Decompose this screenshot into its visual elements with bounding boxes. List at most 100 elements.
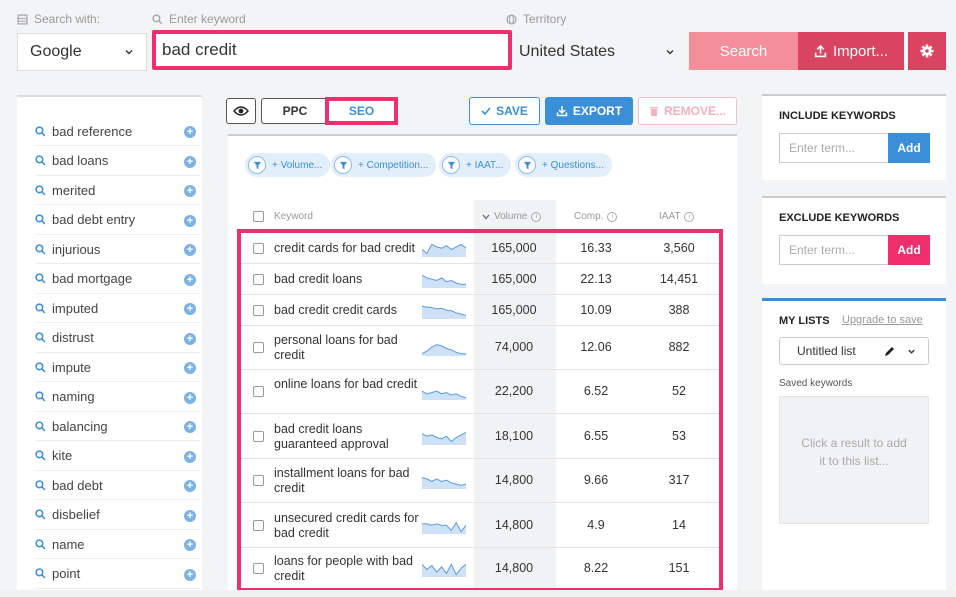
sidebar-item[interactable]: impute + [35, 353, 200, 382]
save-button[interactable]: SAVE [469, 97, 540, 125]
sidebar-item[interactable]: merited + [35, 176, 200, 205]
include-add-button[interactable]: Add [888, 133, 930, 163]
tab-seo[interactable]: SEO [325, 97, 398, 125]
search-icon [35, 391, 46, 402]
add-keyword-icon[interactable]: + [184, 155, 196, 168]
sidebar-item-label: distrust [52, 330, 94, 345]
sidebar-item[interactable]: kite + [35, 442, 200, 471]
search-button[interactable]: Search [689, 32, 798, 70]
info-icon[interactable]: i [607, 211, 618, 222]
include-keywords-card: INCLUDE KEYWORDS Enter term... Add [762, 94, 946, 180]
download-icon [556, 106, 568, 117]
saved-keywords-dropzone: Click a result to add it to this list... [779, 396, 929, 524]
volume-header-label: Volume [494, 211, 528, 222]
globe-icon [506, 13, 517, 25]
sidebar-item[interactable]: bad loans + [35, 147, 200, 176]
add-keyword-icon[interactable]: + [184, 303, 196, 315]
iaat-header[interactable]: IAAT i [659, 211, 695, 222]
remove-button[interactable]: REMOVE... [638, 97, 737, 125]
search-icon [35, 479, 46, 490]
keyword-header[interactable]: Keyword [274, 211, 313, 222]
list-name: Untitled list [797, 344, 856, 358]
add-keyword-icon[interactable]: + [184, 450, 196, 463]
sidebar-item[interactable]: distrust + [35, 324, 200, 353]
results-highlight-box [237, 229, 723, 592]
add-keyword-icon[interactable]: + [184, 332, 196, 345]
pencil-icon[interactable] [884, 346, 895, 357]
sidebar-item-label: impute [52, 359, 92, 375]
filter-chip[interactable]: + Competition... [331, 153, 437, 177]
territory-label-text: Territory [523, 12, 567, 26]
trash-icon [649, 106, 658, 116]
list-select[interactable]: Untitled list [779, 337, 929, 365]
select-all-checkbox[interactable] [253, 211, 264, 222]
eye-icon [233, 106, 249, 116]
filter-chip[interactable]: + Questions... [515, 153, 612, 177]
filter-chip-label: + Volume... [272, 159, 323, 171]
search-icon [35, 214, 46, 225]
filter-icon [334, 156, 352, 174]
empty-hint-line2: it to this list... [819, 454, 889, 468]
grid-icon [17, 13, 28, 25]
sidebar-item[interactable]: bad debt + [35, 471, 200, 500]
volume-header[interactable]: Volume i [482, 211, 542, 222]
sidebar-item[interactable]: balancing + [35, 412, 200, 441]
add-keyword-icon[interactable]: + [184, 244, 196, 256]
upgrade-link[interactable]: Upgrade to save [842, 314, 923, 326]
add-keyword-icon[interactable]: + [184, 539, 196, 551]
add-keyword-icon[interactable]: + [184, 273, 196, 286]
search-icon [35, 332, 46, 343]
info-icon[interactable]: i [531, 211, 542, 222]
info-icon[interactable]: i [684, 211, 695, 222]
export-button[interactable]: EXPORT [545, 97, 633, 125]
add-keyword-icon[interactable]: + [184, 509, 196, 522]
sidebar-item[interactable]: bad mortgage + [35, 265, 200, 294]
include-term-input[interactable]: Enter term... [779, 133, 888, 163]
keyword-label-text: Enter keyword [169, 12, 246, 26]
search-engine-value: Google [30, 43, 82, 60]
related-keywords-sidebar: bad reference + bad loans + merited + bad debt… [17, 95, 202, 597]
remove-button-label: REMOVE... [663, 104, 726, 118]
sidebar-item[interactable]: name + [35, 530, 200, 559]
exclude-add-button[interactable]: Add [888, 235, 930, 265]
settings-button[interactable] [908, 32, 946, 70]
add-keyword-icon[interactable]: + [184, 568, 196, 581]
add-keyword-icon[interactable]: + [184, 421, 196, 433]
filter-icon [442, 156, 460, 174]
tab-ppc[interactable]: PPC [262, 99, 328, 123]
exclude-term-input[interactable]: Enter term... [779, 235, 888, 265]
add-keyword-icon[interactable]: + [184, 126, 196, 138]
keyword-input-value: bad credit [162, 40, 237, 59]
import-button[interactable]: Import... [798, 32, 904, 70]
search-icon [35, 184, 46, 195]
comp-header[interactable]: Comp. i [574, 211, 618, 222]
check-icon [481, 107, 491, 116]
sidebar-item[interactable]: naming + [35, 383, 200, 412]
search-icon [152, 13, 163, 24]
import-button-label: Import... [832, 42, 888, 60]
sidebar-item[interactable]: injurious + [35, 235, 200, 264]
chevron-down-icon [125, 50, 133, 55]
add-keyword-icon[interactable]: + [184, 214, 196, 227]
chevron-down-icon [908, 349, 915, 354]
search-icon [35, 538, 46, 549]
filter-chip[interactable]: + Volume... [245, 153, 331, 177]
add-keyword-icon[interactable]: + [184, 391, 196, 404]
territory-select[interactable]: United States [517, 33, 687, 71]
keyword-input[interactable]: bad credit [152, 30, 512, 70]
view-toggle-button[interactable] [226, 98, 256, 124]
add-keyword-icon[interactable]: + [184, 480, 196, 492]
sidebar-item[interactable]: disbelief + [35, 501, 200, 530]
search-icon [35, 155, 46, 166]
exclude-keywords-card: EXCLUDE KEYWORDS Enter term... Add [762, 196, 946, 284]
search-engine-select[interactable]: Google [17, 33, 147, 71]
sidebar-item[interactable]: bad debt entry + [35, 206, 200, 235]
sidebar-item[interactable]: imputed + [35, 294, 200, 323]
sidebar-item-label: bad mortgage [52, 271, 133, 286]
sidebar-item[interactable]: point + [35, 560, 200, 589]
sidebar-item[interactable]: bad reference + [35, 117, 200, 146]
sidebar-item-label: naming [52, 389, 95, 404]
filter-chip[interactable]: + IAAT... [439, 153, 512, 177]
add-keyword-icon[interactable]: + [184, 362, 196, 374]
add-keyword-icon[interactable]: + [184, 185, 196, 197]
